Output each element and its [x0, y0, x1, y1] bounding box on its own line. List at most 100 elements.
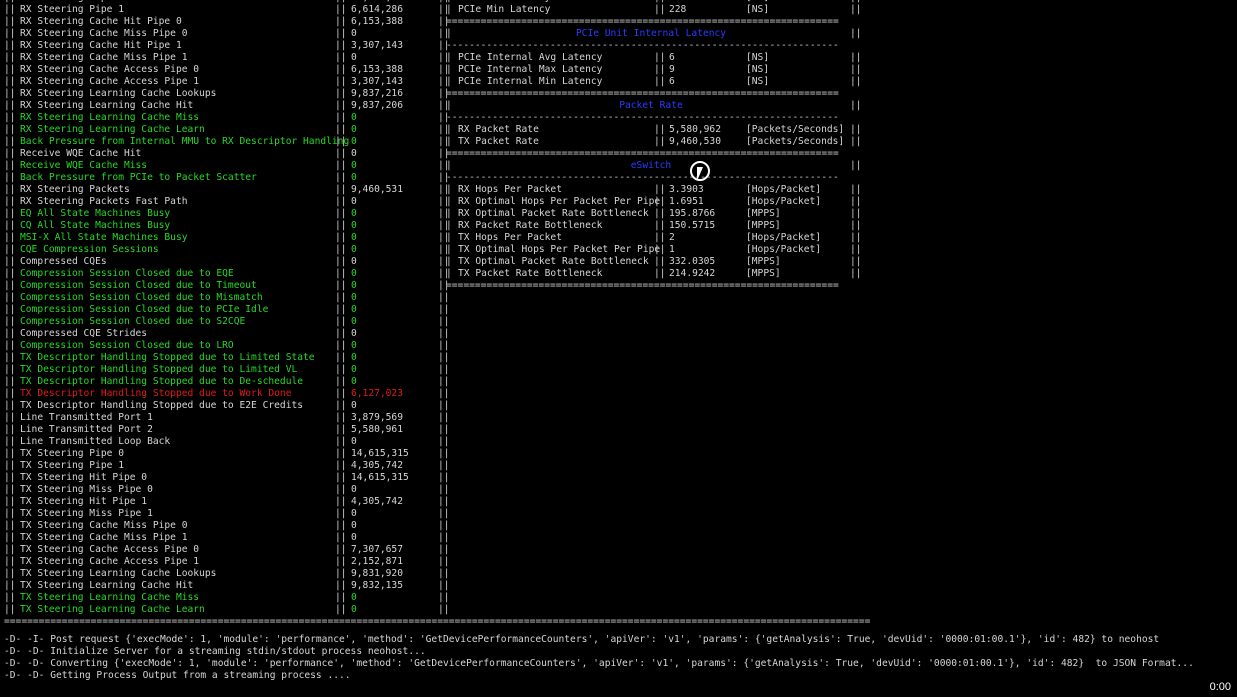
- table-row: || Line Transmitted Port 1 || 3,879,569 ||: [0, 412, 1237, 424]
- table-rule: ========================================…: [446, 88, 839, 99]
- row-border: ||: [4, 604, 16, 615]
- row-border: ||: [850, 76, 862, 87]
- mouse-pointer-icon: [697, 167, 709, 181]
- row-separator: ||: [335, 496, 347, 507]
- row-border: ||: [438, 604, 450, 615]
- counter-name: Compression Session Closed due to S2CQE: [20, 316, 246, 327]
- row-border: ||: [4, 280, 16, 291]
- row-border: ||: [438, 592, 450, 603]
- section-title: eSwitch: [630, 160, 672, 171]
- counter-name: TX Descriptor Handling Stopped due to Li…: [20, 364, 298, 375]
- metric-unit: [NS]: [746, 4, 770, 15]
- metric-value: 9: [669, 64, 675, 75]
- counter-value: 0: [351, 400, 357, 411]
- log-line: -D- -I- Post request {'execMode': 1, 'mo…: [4, 634, 1160, 645]
- counter-value: 0: [351, 328, 357, 339]
- row-separator: ||: [335, 568, 347, 579]
- row-separator: ||: [335, 196, 347, 207]
- table-row: || RX Steering Cache Hit Pipe 0 || 6,153,38…: [0, 16, 1237, 28]
- counter-name: Back Pressure from Internal MMU to RX De…: [20, 136, 350, 147]
- table-row: || Compressed CQEs || 0 || | TX Optimal Packet…: [0, 256, 1237, 268]
- row-separator: ||: [335, 484, 347, 495]
- counter-name: Compressed CQEs: [20, 256, 107, 267]
- row-border: ||: [4, 352, 16, 363]
- row-border: ||: [4, 544, 16, 555]
- counter-value: 0: [351, 520, 357, 531]
- table-row: || EQ All State Machines Busy || 0 || | RX Opt…: [0, 208, 1237, 220]
- row-border: ||: [4, 196, 16, 207]
- row-border: |: [446, 208, 452, 219]
- counter-value: 0: [351, 268, 357, 279]
- table-row: || Line Transmitted Loop Back || 0 ||: [0, 436, 1237, 448]
- table-row: || TX Steering Hit Pipe 1 || 4,305,742 ||: [0, 496, 1237, 508]
- row-border: ||: [4, 124, 16, 135]
- table-row: || MSI-X All State Machines Busy || 0 || | TX …: [0, 232, 1237, 244]
- row-separator: ||: [335, 328, 347, 339]
- row-border: |: [446, 64, 452, 75]
- row-separator: ||: [335, 220, 347, 231]
- counter-name: CQE Compression Sessions: [20, 244, 159, 255]
- metric-value: 150.5715: [669, 220, 716, 231]
- row-border: ||: [4, 172, 16, 183]
- table-row: || Compression Session Closed due to Time…: [0, 280, 1237, 292]
- counter-value: 3,879,569: [351, 412, 403, 423]
- row-border: ||: [438, 484, 450, 495]
- counter-value: 2,152,871: [351, 556, 403, 567]
- row-separator: ||: [335, 532, 347, 543]
- row-border: ||: [4, 424, 16, 435]
- row-separator: ||: [654, 268, 666, 279]
- metric-value: 2: [669, 232, 675, 243]
- row-border: ||: [438, 424, 450, 435]
- row-border: ||: [4, 88, 16, 99]
- section-title: Packet Rate: [619, 100, 683, 111]
- counter-name: TX Steering Pipe 0: [20, 448, 124, 459]
- log-output: -D- -I- Post request {'execMode': 1, 'mo…: [4, 634, 1194, 682]
- table-rule: ----------------------------------------…: [446, 40, 839, 51]
- row-border: ||: [4, 52, 16, 63]
- counter-value: 4,305,742: [351, 496, 403, 507]
- row-border: ||: [4, 508, 16, 519]
- row-separator: ||: [335, 592, 347, 603]
- row-separator: ||: [654, 208, 666, 219]
- row-border: ||: [4, 400, 16, 411]
- row-border: ||: [4, 472, 16, 483]
- counter-name: TX Steering Hit Pipe 0: [20, 472, 148, 483]
- log-line: -D- -D- Initialize Server for a streamin…: [4, 646, 426, 657]
- counter-name: TX Steering Hit Pipe 1: [20, 496, 148, 507]
- table-row: || RX Steering Cache Miss Pipe 1 || 0 || | PCI…: [0, 52, 1237, 64]
- metric-value: 6: [669, 52, 675, 63]
- table-row: || CQE Compression Sessions || 0 || | TX Optim…: [0, 244, 1237, 256]
- row-border: ||: [850, 28, 862, 39]
- row-border: |: [446, 232, 452, 243]
- row-border: ||: [4, 16, 16, 27]
- row-separator: ||: [654, 64, 666, 75]
- log-line: -D- -D- Getting Process Output from a st…: [4, 670, 351, 681]
- row-border: ||: [4, 304, 16, 315]
- row-separator: ||: [335, 544, 347, 555]
- table-bottom-rule: ========================================…: [4, 616, 871, 627]
- row-border: ||: [438, 340, 450, 351]
- row-separator: ||: [654, 52, 666, 63]
- counter-name: Receive WQE Cache Miss: [20, 160, 148, 171]
- metric-value: 332.0305: [669, 256, 716, 267]
- counter-name: Receive WQE Cache Hit: [20, 148, 142, 159]
- row-border: ||: [850, 208, 862, 219]
- metric-unit: [Hops/Packet]: [746, 196, 822, 207]
- metric-value: 3.3903: [669, 184, 704, 195]
- metric-name: TX Packet Rate: [458, 136, 539, 147]
- row-separator: ||: [335, 340, 347, 351]
- counter-value: 0: [351, 256, 357, 267]
- row-border: |: [446, 136, 452, 147]
- counter-name: RX Steering Packets: [20, 184, 130, 195]
- row-border: ||: [4, 532, 16, 543]
- row-border: ||: [850, 268, 862, 279]
- table-row: || Compression Session Closed due to EQE |…: [0, 268, 1237, 280]
- row-separator: ||: [335, 88, 347, 99]
- metric-unit: [MPPS]: [746, 268, 781, 279]
- row-border: ||: [4, 220, 16, 231]
- row-separator: ||: [654, 244, 666, 255]
- table-row: || Back Pressure from Internal MMU to RX …: [0, 136, 1237, 148]
- metric-value: 9,460,530: [669, 136, 721, 147]
- counter-name: TX Steering Cache Access Pipe 0: [20, 544, 200, 555]
- row-separator: ||: [335, 124, 347, 135]
